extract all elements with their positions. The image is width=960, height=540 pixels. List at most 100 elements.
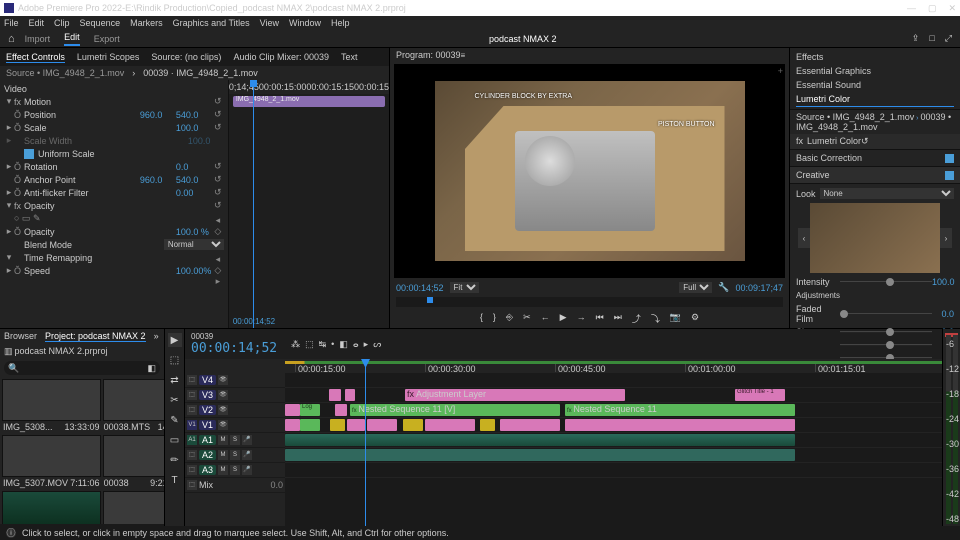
tab-essential-sound[interactable]: Essential Sound (796, 78, 954, 92)
workspace-import[interactable]: Import (25, 34, 51, 44)
prev-look-button[interactable]: ‹ (798, 228, 810, 248)
menu-graphics[interactable]: Graphics and Titles (173, 18, 250, 28)
sharpen-slider[interactable] (840, 331, 932, 333)
source-timecode[interactable]: 00:00:14;52 (233, 317, 275, 326)
vibrance-slider[interactable] (840, 344, 932, 346)
intensity-slider[interactable] (840, 281, 932, 283)
clip[interactable] (300, 419, 320, 431)
tab-lumetri-scopes[interactable]: Lumetri Scopes (77, 52, 140, 62)
razor-tool[interactable]: ✂ (168, 393, 182, 407)
project-item[interactable]: IMG_5308...13:33:09 (2, 379, 101, 433)
hand-tool[interactable]: ✏ (168, 453, 182, 467)
track-v4[interactable]: V4 (199, 375, 216, 385)
clip[interactable] (565, 419, 795, 431)
maximize-button[interactable]: ▢ (928, 3, 937, 14)
project-item[interactable]: WhatsAp...13:10:04:528 (2, 491, 101, 524)
clip-log[interactable]: Log (300, 404, 320, 416)
menu-sequence[interactable]: Sequence (80, 18, 121, 28)
group-motion[interactable]: Motion (24, 97, 212, 107)
menu-clip[interactable]: Clip (54, 18, 70, 28)
tab-audio-mixer[interactable]: Audio Clip Mixer: 00039 (233, 52, 329, 62)
clip[interactable] (367, 419, 397, 431)
project-item[interactable]: IMG_5307.MOV7:11:06 (2, 435, 101, 489)
mark-in-button[interactable]: { (480, 312, 483, 325)
tab-text[interactable]: Text (341, 52, 358, 62)
group-time-remap[interactable]: Time Remapping (24, 253, 224, 263)
close-button[interactable]: ✕ (948, 3, 956, 14)
menu-markers[interactable]: Markers (130, 18, 163, 28)
clip[interactable] (403, 419, 423, 431)
track-a3[interactable]: A3 (199, 465, 216, 475)
track-mix[interactable]: Mix (199, 480, 213, 490)
program-monitor[interactable]: CYLINDER BLOCK BY EXTRA PISTON BUTTON + (394, 64, 785, 278)
tab-effect-controls[interactable]: Effect Controls (6, 52, 65, 63)
faded-film-slider[interactable] (840, 313, 932, 315)
insert-button[interactable]: ⎆ (506, 312, 513, 325)
menu-file[interactable]: File (4, 18, 19, 28)
clip[interactable] (425, 419, 475, 431)
tab-project[interactable]: Project: podcast NMAX 2 (45, 331, 146, 342)
tab-essential-graphics[interactable]: Essential Graphics (796, 64, 954, 78)
type-tool[interactable]: T (168, 473, 182, 487)
pen-tool[interactable]: ▭ (168, 433, 182, 447)
clip[interactable] (285, 419, 300, 431)
lift-button[interactable]: ✂ (523, 312, 531, 325)
project-search[interactable]: 🔍◧ (4, 361, 160, 375)
step-back-button[interactable]: ← (541, 312, 550, 325)
blend-mode-select[interactable]: Normal (164, 239, 224, 250)
snap-icon[interactable]: ⁂ (291, 339, 300, 350)
clip[interactable] (480, 419, 495, 431)
selection-tool[interactable]: ▶ (168, 333, 182, 347)
settings-icon[interactable]: • (331, 339, 334, 350)
ec-mini-timeline[interactable]: 0;14;45 00:00:15:00 00:00:15:15 00:00:15… (228, 80, 389, 328)
program-tc-in[interactable]: 00:00:14;52 (396, 283, 444, 293)
minimize-button[interactable]: — (907, 3, 916, 14)
lumetri-effect-name[interactable]: Lumetri Color (807, 136, 861, 146)
workspace-export[interactable]: Export (94, 34, 120, 44)
clip-adjustment-layer[interactable]: fx Adjustment Layer (405, 389, 625, 401)
adjustments-header[interactable]: Adjustments (796, 291, 954, 300)
export-frame-button[interactable]: 📷 (670, 312, 681, 325)
zoom-select[interactable]: Full (679, 282, 712, 293)
workspace-edit[interactable]: Edit (64, 32, 80, 46)
menu-edit[interactable]: Edit (29, 18, 45, 28)
share-icon[interactable]: □ (929, 33, 934, 44)
clip-nested[interactable]: fx Nested Sequence 11 (565, 404, 795, 416)
tab-lumetri-color[interactable]: Lumetri Color (796, 92, 954, 107)
clip[interactable] (500, 419, 560, 431)
next-look-button[interactable]: › (940, 228, 952, 248)
play-button[interactable]: ▶ (560, 312, 567, 325)
add-marker-icon[interactable]: + (778, 66, 783, 76)
audio-clip[interactable] (285, 449, 795, 461)
tab-browser[interactable]: Browser (4, 331, 37, 342)
fit-select[interactable]: Fit (450, 282, 479, 293)
clip-glitch[interactable]: Glitch Title - 1 (735, 389, 785, 401)
look-select[interactable]: None (820, 188, 954, 199)
project-item[interactable]: 000389:21:47 (103, 435, 164, 489)
home-icon[interactable]: ⌂ (8, 33, 15, 45)
mark-out-button[interactable]: } (493, 312, 496, 325)
timeline-timecode[interactable]: 00:00:14;52 (191, 341, 277, 356)
tab-source[interactable]: Source: (no clips) (151, 52, 221, 62)
fullscreen-icon[interactable]: ⤢ (945, 33, 952, 44)
ec-clip[interactable]: IMG_4948_2_1.mov (233, 96, 385, 107)
section-creative[interactable]: Creative (796, 170, 830, 180)
section-basic-correction[interactable]: Basic Correction (796, 153, 862, 163)
clip[interactable] (285, 404, 300, 416)
menu-window[interactable]: Window (289, 18, 321, 28)
linked-sel-icon[interactable]: ⬚ (305, 339, 314, 350)
step-forward-button[interactable]: → (577, 312, 586, 325)
track-a1[interactable]: A1 (199, 435, 216, 445)
project-item[interactable]: 00038.MTS14:36 (103, 379, 164, 433)
quick-export-icon[interactable]: ⇪ (912, 33, 920, 44)
track-a2[interactable]: A2 (199, 450, 216, 460)
clip[interactable] (347, 419, 365, 431)
project-item[interactable]: 00039.MTS9:21:47 (103, 491, 164, 524)
extract-button[interactable]: ⤴ (632, 312, 641, 325)
track-select-tool[interactable]: ⬚ (168, 353, 182, 367)
go-out-button[interactable]: ⏭ (614, 312, 622, 325)
audio-clip[interactable] (285, 434, 795, 446)
go-in-button[interactable]: ⏮ (596, 312, 604, 325)
settings-button[interactable]: ⚙ (691, 312, 699, 325)
menu-help[interactable]: Help (331, 18, 350, 28)
